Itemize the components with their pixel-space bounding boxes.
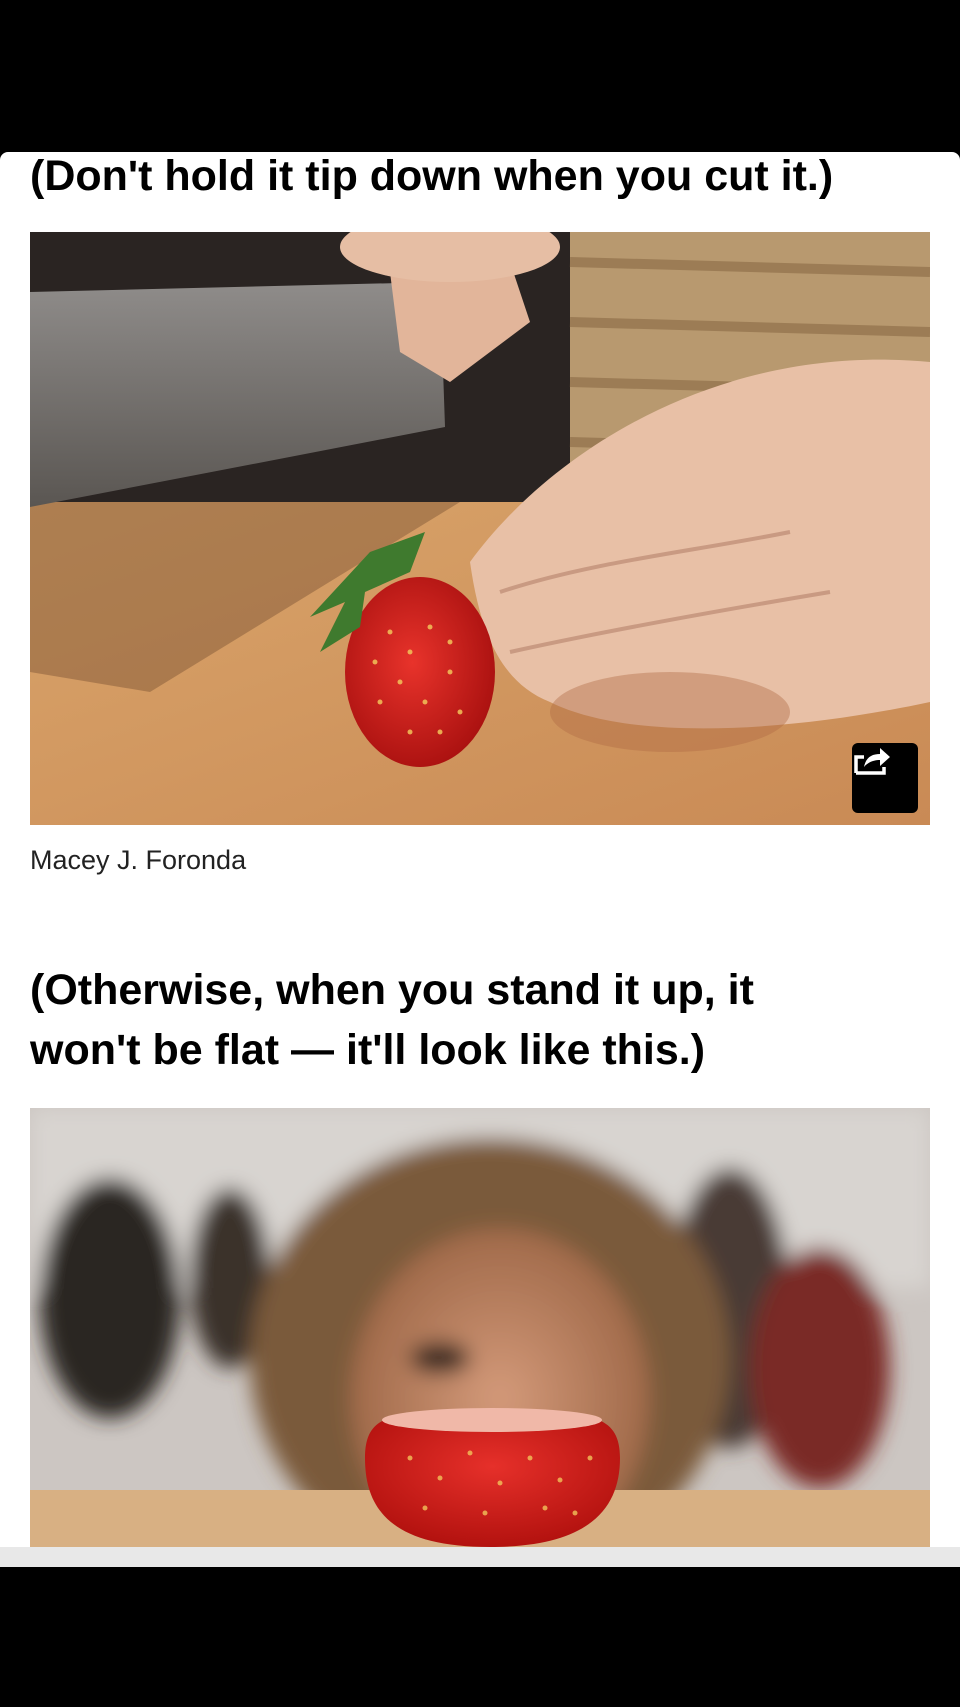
- photo-1-illustration: [30, 232, 930, 825]
- status-bar-area: [0, 0, 960, 152]
- photo-2-illustration: [30, 1108, 930, 1547]
- photo-credit: Macey J. Foronda: [30, 845, 247, 875]
- section-heading-2-line-2: won't be flat — it'll look like this.): [30, 1026, 706, 1074]
- section-heading-1: (Don't hold it tip down when you cut it.…: [30, 152, 834, 200]
- section-heading-2: (Otherwise, when you stand it up, it won…: [30, 960, 940, 1080]
- photo-cutting-strawberry[interactable]: [30, 232, 930, 825]
- article-content[interactable]: (Don't hold it tip down when you cut it.…: [0, 152, 960, 1547]
- navigation-bar-area: [0, 1567, 960, 1707]
- browser-toolbar: [0, 1547, 960, 1567]
- share-button[interactable]: [852, 743, 918, 813]
- share-arrow-icon: [854, 748, 890, 775]
- section-heading-2-line-1: (Otherwise, when you stand it up, it: [30, 966, 754, 1014]
- photo-person-looking-at-strawberry[interactable]: [30, 1108, 930, 1547]
